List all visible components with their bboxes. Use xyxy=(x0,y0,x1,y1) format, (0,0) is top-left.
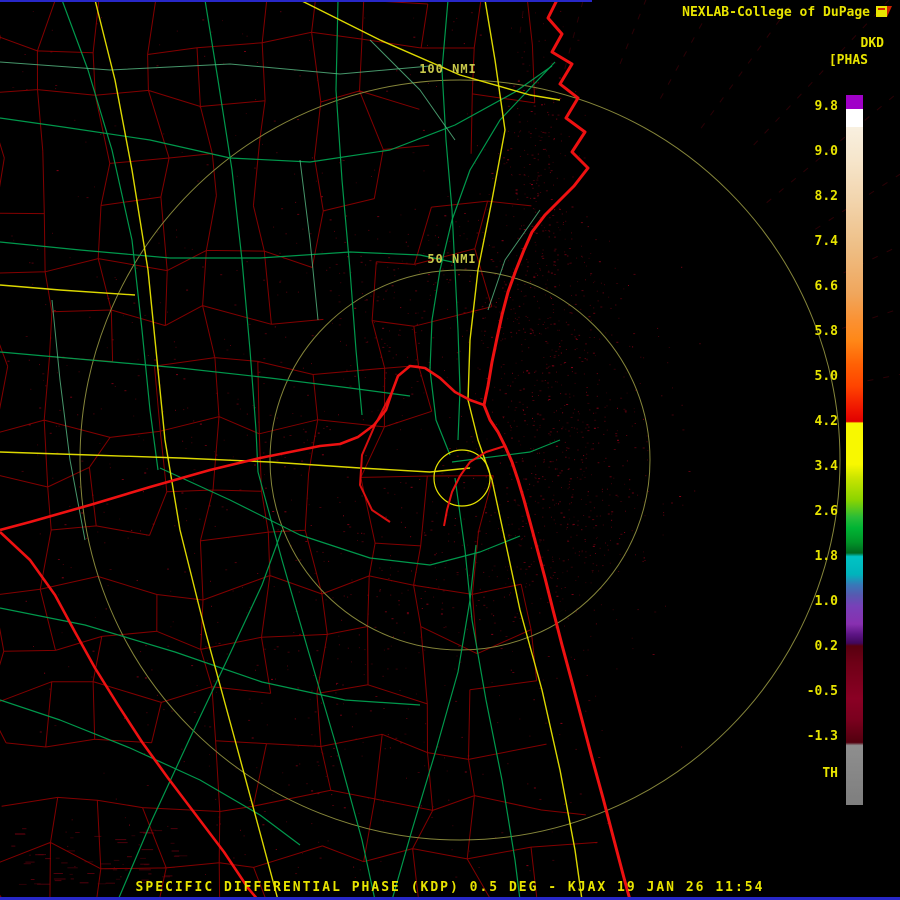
colorbar-threshold-label: TH xyxy=(822,766,838,781)
range-rings xyxy=(79,79,841,841)
colorbar-tick: 1.0 xyxy=(814,594,838,609)
range-ring-label-100nmi: 100 NMI xyxy=(419,62,477,76)
colorbar xyxy=(846,95,863,805)
colorbar-tick: 1.8 xyxy=(814,549,838,564)
colorbar-tick: -1.3 xyxy=(806,729,838,744)
brand-text: NEXLAB-College of DuPage xyxy=(682,5,870,20)
colorbar-tick: 5.8 xyxy=(814,324,838,339)
product-code: DKD xyxy=(860,36,884,51)
colorbar-ticks: 9.8 9.0 8.2 7.4 6.6 5.8 5.0 4.2 3.4 2.6 1.8 1.0 0.2 -… xyxy=(782,100,838,760)
colorbar-tick: 3.4 xyxy=(814,459,838,474)
colorbar-tick: 8.2 xyxy=(814,189,838,204)
colorbar-tick: 2.6 xyxy=(814,504,838,519)
colorbar-tick: 5.0 xyxy=(814,369,838,384)
product-status-bar: SPECIFIC DIFFERENTIAL PHASE (KDP) 0.5 DE… xyxy=(135,880,765,895)
range-ring-label-50nmi: 50 NMI xyxy=(427,252,477,266)
units-label: [PHAS xyxy=(828,53,868,68)
top-border-line xyxy=(0,0,592,2)
nexlab-logo-icon xyxy=(876,6,892,17)
colorbar-tick: 7.4 xyxy=(814,234,838,249)
colorbar-tick: 9.8 xyxy=(814,99,838,114)
colorbar-tick: 4.2 xyxy=(814,414,838,429)
colorbar-tick: 6.6 xyxy=(814,279,838,294)
radar-map xyxy=(0,0,900,900)
highways-green xyxy=(0,0,561,900)
colorbar-tick: 9.0 xyxy=(814,144,838,159)
radar-echo-speckles xyxy=(7,0,900,885)
colorbar-tick: -0.5 xyxy=(806,684,838,699)
radar-display: NEXLAB-College of DuPage DKD [PHAS 9.8 9.… xyxy=(0,0,900,900)
colorbar-tick: 0.2 xyxy=(814,639,838,654)
